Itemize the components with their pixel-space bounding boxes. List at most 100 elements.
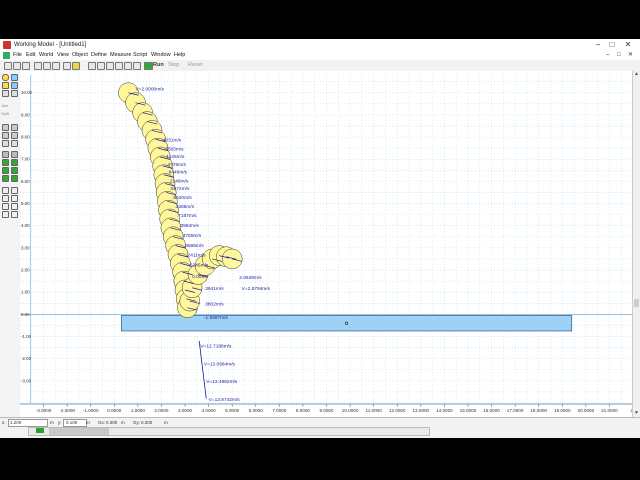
cut-icon[interactable] xyxy=(34,62,42,70)
y-tick-label: 2.00 xyxy=(21,268,30,273)
x-tick-label: 9.0000 xyxy=(319,408,333,413)
velocity-label: .8586m/s xyxy=(184,243,204,249)
mdi-close-button[interactable]: ✕ xyxy=(628,51,633,60)
force-icon[interactable] xyxy=(2,187,9,194)
anchor-tool-icon[interactable] xyxy=(11,90,18,97)
help-icon[interactable] xyxy=(72,62,80,70)
rope-icon[interactable] xyxy=(2,175,9,182)
new-file-icon[interactable] xyxy=(4,62,12,70)
square-tool-icon[interactable] xyxy=(2,90,9,97)
menu-world[interactable]: World xyxy=(39,51,53,60)
circle-tool-icon[interactable] xyxy=(2,74,9,81)
y-units: m xyxy=(86,420,90,425)
separator-icon[interactable] xyxy=(11,175,18,182)
menu-measure[interactable]: Measure xyxy=(110,51,131,60)
gy-value: 0.200 xyxy=(141,420,153,425)
curved-slot-icon[interactable] xyxy=(11,132,18,139)
spring-icon[interactable] xyxy=(2,167,9,174)
velocity-label: .8446m/s xyxy=(167,170,187,176)
open-file-icon[interactable] xyxy=(13,62,21,70)
menu-define[interactable]: Define xyxy=(91,51,107,60)
paste-icon[interactable] xyxy=(52,62,60,70)
rotate-icon[interactable] xyxy=(97,62,105,70)
tool-palette: Join Split xyxy=(0,71,21,417)
x-tick-label: -1.0000 xyxy=(83,408,99,413)
workspace[interactable]: V=2.0000m/s .4031m/s .7583m/s .1145m/s .4776… xyxy=(20,71,633,417)
run-button[interactable]: Run xyxy=(153,61,164,70)
polygon-tool-icon[interactable] xyxy=(2,82,9,89)
x-tick-label: 6.0000 xyxy=(249,408,263,413)
keyed-slot-icon[interactable] xyxy=(2,151,9,158)
y-coord-value: 0.100 xyxy=(66,420,78,425)
menu-object[interactable]: Object xyxy=(72,51,88,60)
constraint-icon[interactable] xyxy=(11,211,18,218)
velocity-label: .4769m/s xyxy=(182,233,202,239)
simulation-canvas[interactable]: V=2.0000m/s .4031m/s .7583m/s .1145m/s .4776… xyxy=(20,71,633,417)
motor-icon[interactable] xyxy=(2,159,9,166)
x-tick-label: 12.0000 xyxy=(389,408,406,413)
x-tick-label: 7.0000 xyxy=(272,408,286,413)
vertical-scroll-thumb[interactable] xyxy=(634,299,639,307)
rectangle-tool-icon[interactable] xyxy=(11,74,18,81)
fit-view-icon[interactable] xyxy=(133,62,141,70)
slot-joint-icon[interactable] xyxy=(11,151,18,158)
scroll-down-icon[interactable]: ▼ xyxy=(633,410,640,417)
point-tool-icon[interactable] xyxy=(2,124,9,131)
y-tick-label: -3.00 xyxy=(21,378,32,383)
x-tick-label: 13.0000 xyxy=(413,408,430,413)
stop-button[interactable]: Stop xyxy=(168,61,179,70)
zoom-in-icon[interactable] xyxy=(115,62,123,70)
rigid-joint-icon[interactable] xyxy=(11,140,18,147)
torque-icon[interactable] xyxy=(11,187,18,194)
join-label[interactable]: Join xyxy=(1,103,8,109)
rotational-damper-icon[interactable] xyxy=(11,195,18,202)
slot-tool-icon[interactable] xyxy=(2,132,9,139)
velocity-label: 2.0628m/s xyxy=(239,275,262,281)
curved-body-icon[interactable] xyxy=(11,82,18,89)
pin-joint-icon[interactable] xyxy=(2,140,9,147)
horizontal-scroll-thumb[interactable] xyxy=(49,428,109,435)
menu-file[interactable]: File xyxy=(13,51,22,60)
rotational-spring-icon[interactable] xyxy=(2,195,9,202)
copy-icon[interactable] xyxy=(43,62,51,70)
mdi-restore-button[interactable]: □ xyxy=(617,51,621,60)
y-tick-label: 0.00 xyxy=(21,312,30,317)
x-coord-value: 1.200 xyxy=(10,420,22,425)
save-icon[interactable] xyxy=(22,62,30,70)
square-point-icon[interactable] xyxy=(11,124,18,131)
pulley-icon[interactable] xyxy=(11,203,18,210)
menu-script[interactable]: Script xyxy=(133,51,147,60)
scroll-up-icon[interactable]: ▲ xyxy=(633,71,640,78)
damper-icon[interactable] xyxy=(11,167,18,174)
menu-help[interactable]: Help xyxy=(174,51,185,60)
tape-player-icon[interactable] xyxy=(36,428,44,433)
vertical-scrollbar[interactable]: ▲ ▼ xyxy=(632,71,640,417)
gear-icon[interactable] xyxy=(2,203,9,210)
run-icon[interactable] xyxy=(144,62,153,70)
split-label[interactable]: Split xyxy=(1,111,9,117)
gx-units: m xyxy=(121,420,125,425)
maximize-button[interactable]: □ xyxy=(604,39,620,51)
velocity-label: V=13.8742m/s xyxy=(209,397,241,403)
close-button[interactable]: ✕ xyxy=(620,39,636,51)
velocity-label: .7583m/s xyxy=(164,146,184,152)
menu-view[interactable]: View xyxy=(57,51,69,60)
menu-edit[interactable]: Edit xyxy=(26,51,35,60)
gy-label: Gy: xyxy=(133,420,141,425)
zoom-out-icon[interactable] xyxy=(124,62,132,70)
rod-icon[interactable] xyxy=(2,211,9,218)
horizontal-scrollbar[interactable] xyxy=(28,427,430,436)
pointer-icon[interactable] xyxy=(88,62,96,70)
mdi-minimize-button[interactable]: – xyxy=(606,51,609,60)
text-tool-icon[interactable] xyxy=(106,62,114,70)
reset-button[interactable]: Reset xyxy=(188,61,202,70)
window-title: Working Model - [Untitled1] xyxy=(14,42,87,48)
x-tick-label: 14.0000 xyxy=(436,408,453,413)
menu-window[interactable]: Window xyxy=(151,51,171,60)
gx-value: 0.300 xyxy=(106,420,118,425)
x-tick-label: 2.0000 xyxy=(154,408,168,413)
x-tick-label: 10.0000 xyxy=(342,408,359,413)
y-tick-label: 5.00 xyxy=(21,201,30,206)
print-icon[interactable] xyxy=(63,62,71,70)
actuator-icon[interactable] xyxy=(11,159,18,166)
